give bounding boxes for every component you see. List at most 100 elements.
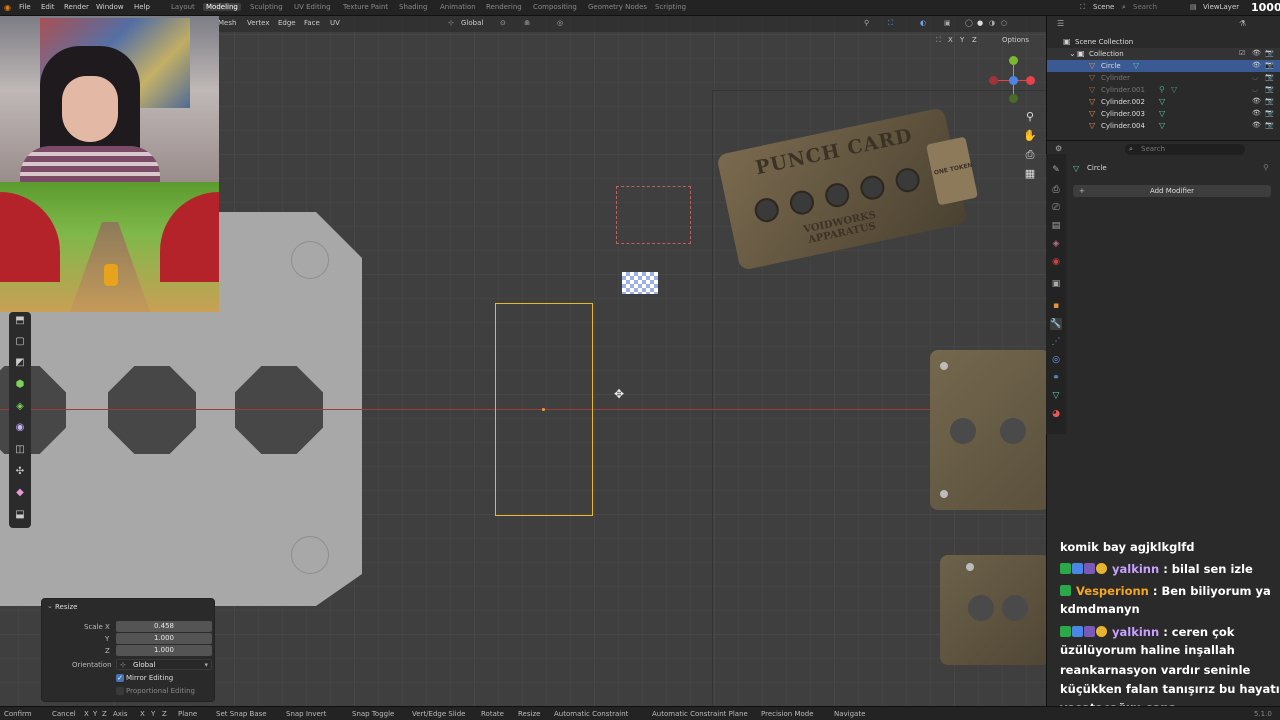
overlay-toggle-icon[interactable]: ◐ xyxy=(920,19,926,27)
chevron-down-icon[interactable]: ⌄ xyxy=(47,602,53,610)
tab-texture-paint[interactable]: Texture Paint xyxy=(343,3,388,11)
outliner-item-cylinder-002[interactable]: ▽ Cylinder.002 ▽ 👁 📷 xyxy=(1047,96,1280,108)
tab-rendering[interactable]: Rendering xyxy=(486,3,522,11)
tab-shading[interactable]: Shading xyxy=(399,3,427,11)
camera-icon[interactable]: 📷 xyxy=(1265,97,1274,105)
outliner-item-circle[interactable]: ▽ Circle ▽ 👁 📷 xyxy=(1047,60,1280,72)
gizmo-neg-x-axis[interactable] xyxy=(989,76,998,85)
pan-hand-icon[interactable]: ✋ xyxy=(1022,129,1038,142)
menu-file[interactable]: File xyxy=(19,3,31,11)
mirror-axis-y[interactable]: Y xyxy=(960,36,964,44)
tab-layout[interactable]: Layout xyxy=(171,3,195,11)
tab-animation[interactable]: Animation xyxy=(440,3,476,11)
view-toggle-icon[interactable]: ⚲ xyxy=(864,19,869,27)
collection-checkbox[interactable]: ☑ xyxy=(1239,49,1245,57)
data-tab-icon[interactable]: ▽ xyxy=(1050,390,1062,402)
outliner-item-cylinder-004[interactable]: ▽ Cylinder.004 ▽ 👁 📷 xyxy=(1047,120,1280,132)
gizmo-z-axis[interactable] xyxy=(1009,76,1018,85)
tab-compositing[interactable]: Compositing xyxy=(533,3,577,11)
zoom-icon[interactable]: ⚲ xyxy=(1022,110,1038,123)
constraints-tab-icon[interactable]: ⚭ xyxy=(1050,372,1062,384)
render-tab-icon[interactable]: ⎙ xyxy=(1050,184,1062,196)
eye-icon[interactable]: 👁 xyxy=(1252,121,1261,129)
properties-search-input[interactable]: ⌕ Search xyxy=(1125,144,1245,155)
rendered-shading-icon[interactable]: ○ xyxy=(1001,19,1007,27)
inset-tool-icon[interactable]: ▢ xyxy=(12,333,28,349)
menu-uv[interactable]: UV xyxy=(330,19,340,27)
camera-icon[interactable]: 📷 xyxy=(1265,49,1274,57)
poly-build-tool-icon[interactable]: ◉ xyxy=(12,419,28,435)
eye-icon[interactable]: 👁 xyxy=(1252,49,1261,57)
resize-operator-panel[interactable]: ⌄ Resize Scale X 0.458 Y 1.000 Z 1.000 O… xyxy=(41,598,215,702)
scale-x-field[interactable]: 0.458 xyxy=(116,621,212,632)
gizmo-neg-y-axis[interactable] xyxy=(1009,94,1018,103)
tab-scripting[interactable]: Scripting xyxy=(655,3,686,11)
extrude-tool-icon[interactable]: ⬒ xyxy=(12,312,28,328)
scene-selector[interactable]: Scene xyxy=(1093,3,1114,11)
object-tab-icon[interactable]: ▪ xyxy=(1050,300,1062,312)
output-tab-icon[interactable]: ⎚ xyxy=(1050,202,1062,214)
particles-tab-icon[interactable]: ⋰ xyxy=(1050,336,1062,348)
modifier-tab-icon[interactable]: 🔧 xyxy=(1050,318,1062,330)
menu-help[interactable]: Help xyxy=(134,3,150,11)
scale-z-field[interactable]: 1.000 xyxy=(116,645,212,656)
mirror-axis-x[interactable]: X xyxy=(948,36,953,44)
outliner-collection[interactable]: ⌄ ▣ Collection ☑ 👁 📷 xyxy=(1047,48,1280,60)
tab-geometry-nodes[interactable]: Geometry Nodes xyxy=(588,3,647,11)
tab-uv-editing[interactable]: UV Editing xyxy=(294,3,331,11)
camera-icon[interactable]: 📷 xyxy=(1265,85,1274,93)
view-layer-tab-icon[interactable]: ▤ xyxy=(1050,220,1062,232)
material-shading-icon[interactable]: ◑ xyxy=(989,19,995,27)
tab-sculpting[interactable]: Sculpting xyxy=(250,3,283,11)
outliner-item-cylinder-003[interactable]: ▽ Cylinder.003 ▽ 👁 📷 xyxy=(1047,108,1280,120)
camera-view-icon[interactable]: ⎙ xyxy=(1022,148,1038,162)
mirror-icon[interactable]: ⛶ xyxy=(936,36,941,45)
outliner-scene-collection[interactable]: ▣ Scene Collection xyxy=(1047,36,1280,48)
camera-icon[interactable]: 📷 xyxy=(1265,121,1274,129)
camera-icon[interactable]: 📷 xyxy=(1265,73,1274,81)
physics-tab-icon[interactable]: ◎ xyxy=(1050,354,1062,366)
snap-icon[interactable]: ⋒ xyxy=(524,19,530,27)
gizmo-y-axis[interactable] xyxy=(1009,56,1018,65)
menu-window[interactable]: Window xyxy=(96,3,124,11)
add-modifier-button[interactable]: + Add Modifier xyxy=(1073,185,1271,197)
solid-shading-icon[interactable]: ● xyxy=(977,19,983,27)
ortho-grid-icon[interactable]: ▦ xyxy=(1022,167,1038,180)
mirror-axis-z[interactable]: Z xyxy=(972,36,977,44)
navigation-gizmo[interactable] xyxy=(988,55,1038,105)
tool-tab-icon[interactable]: ✎ xyxy=(1050,164,1062,176)
eye-closed-icon[interactable]: ◡ xyxy=(1252,73,1258,81)
menu-render[interactable]: Render xyxy=(64,3,89,11)
topbar-search[interactable]: Search xyxy=(1133,3,1157,11)
smooth-tool-icon[interactable]: ✣ xyxy=(12,463,28,479)
camera-icon[interactable]: 📷 xyxy=(1265,109,1274,117)
menu-edge[interactable]: Edge xyxy=(278,19,296,27)
outliner-item-cylinder[interactable]: ▽ Cylinder ◡ 📷 xyxy=(1047,72,1280,84)
material-tab-icon[interactable]: ◕ xyxy=(1050,408,1062,420)
scene-tab-icon[interactable]: ◈ xyxy=(1050,238,1062,250)
blender-logo-icon[interactable]: ◉ xyxy=(4,3,11,12)
tab-modeling[interactable]: Modeling xyxy=(203,3,241,11)
scale-y-field[interactable]: 1.000 xyxy=(116,633,212,644)
view-layer-selector[interactable]: ViewLayer xyxy=(1203,3,1239,11)
eye-icon[interactable]: 👁 xyxy=(1252,109,1261,117)
mirror-editing-checkbox[interactable]: ✓ xyxy=(116,674,124,682)
eye-closed-icon[interactable]: ◡ xyxy=(1252,85,1258,93)
properties-editor-type-icon[interactable]: ⚙ xyxy=(1055,144,1062,153)
shrink-fatten-tool-icon[interactable]: ⬓ xyxy=(12,506,28,522)
orientation-select[interactable]: Global ⊹ ▾ xyxy=(116,659,212,670)
xray-icon[interactable]: ▣ xyxy=(944,19,951,27)
filter-icon[interactable]: ⚗ xyxy=(1239,19,1246,28)
outliner-editor-type-icon[interactable]: ☰ xyxy=(1057,19,1064,28)
edge-slide-tool-icon[interactable]: ◆ xyxy=(12,484,28,500)
eye-icon[interactable]: 👁 xyxy=(1252,61,1261,69)
proportional-editing-checkbox[interactable] xyxy=(116,687,124,695)
eye-icon[interactable]: 👁 xyxy=(1252,97,1261,105)
pin-icon[interactable]: ⚲ xyxy=(1263,163,1269,172)
bevel-tool-icon[interactable]: ◩ xyxy=(12,354,28,370)
outliner-item-cylinder-001[interactable]: ▽ Cylinder.001 ⚲ ▽ ◡ 📷 xyxy=(1047,84,1280,96)
menu-face[interactable]: Face xyxy=(304,19,320,27)
chevron-down-icon[interactable]: ⌄ xyxy=(1069,49,1076,58)
menu-mesh[interactable]: Mesh xyxy=(218,19,236,27)
spin-tool-icon[interactable]: ◫ xyxy=(12,441,28,457)
